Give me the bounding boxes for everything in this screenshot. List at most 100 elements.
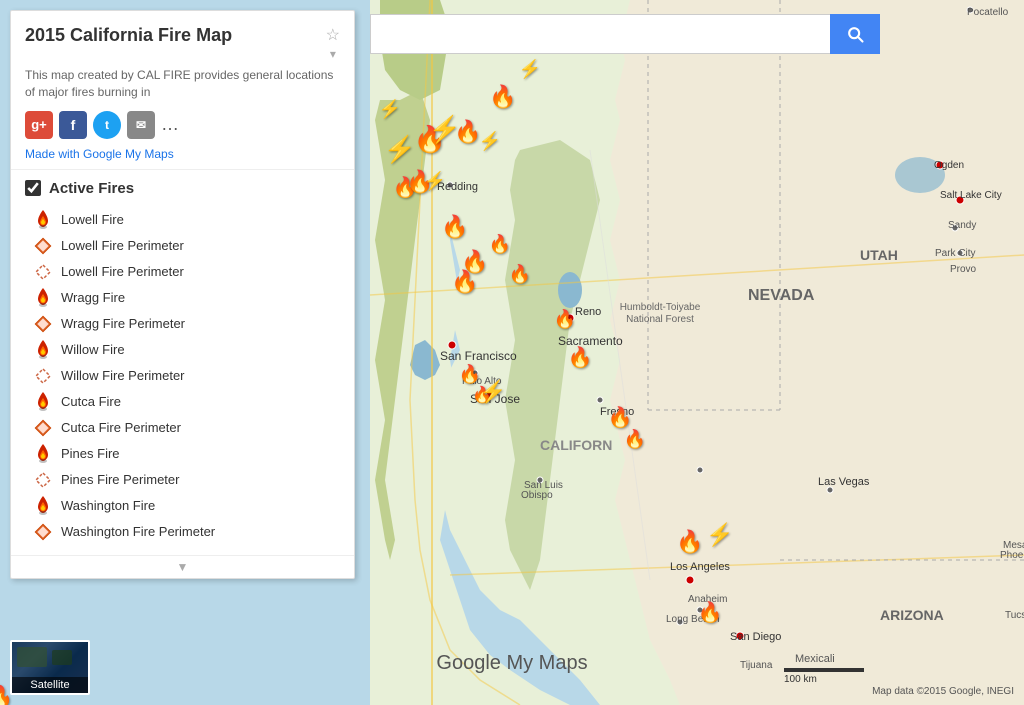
map-marker-sac1[interactable]: 🔥: [451, 269, 478, 295]
svg-text:Reno: Reno: [575, 306, 601, 318]
active-fires-label: Active Fires: [49, 180, 134, 197]
sidebar-content[interactable]: Active Fires Lowell Fire Lowell Fire Per…: [11, 170, 354, 555]
fire-item-name: Washington Fire: [61, 498, 155, 513]
map-marker-redding3[interactable]: ⚡: [424, 171, 446, 192]
fire-list-item[interactable]: Lowell Fire Perimeter: [25, 233, 340, 259]
map-marker-top-coast[interactable]: ⚡: [379, 99, 401, 120]
scale-label: 100 km: [784, 674, 817, 685]
search-bar: [370, 14, 880, 54]
map-marker-south2[interactable]: 🔥: [624, 429, 646, 450]
svg-text:Los Angeles: Los Angeles: [670, 561, 730, 573]
map-title: 2015 California Fire Map: [25, 25, 318, 46]
svg-text:Ogden: Ogden: [934, 160, 964, 171]
svg-text:Mesa: Mesa: [1003, 540, 1024, 551]
fire-list-item[interactable]: Wragg Fire Perimeter: [25, 311, 340, 337]
fire-item-name: Pines Fire Perimeter: [61, 472, 179, 487]
map-marker-la1[interactable]: 🔥: [676, 529, 703, 555]
map-marker-north4[interactable]: 🔥: [454, 119, 481, 145]
dropdown-icon[interactable]: ▾: [330, 47, 336, 61]
fire-item-name: Willow Fire Perimeter: [61, 368, 185, 383]
svg-text:Pocatello: Pocatello: [967, 7, 1009, 18]
share-button[interactable]: …: [161, 114, 179, 135]
fire-list-item[interactable]: Willow Fire: [25, 337, 340, 363]
map-marker-top2[interactable]: 🔥: [489, 84, 516, 110]
fire-list-item[interactable]: Cutca Fire: [25, 389, 340, 415]
scale-bar: 100 km: [784, 668, 864, 685]
fire-item-icon: [33, 288, 53, 308]
header-icons: ☆ ▾: [326, 25, 340, 61]
map-marker-north1[interactable]: ⚡: [384, 134, 416, 165]
fire-item-icon: [33, 236, 53, 256]
fire-item-name: Willow Fire: [61, 342, 125, 357]
search-button[interactable]: [830, 14, 880, 54]
google-maps-link[interactable]: Made with Google My Maps: [25, 147, 340, 161]
svg-text:Mexicali: Mexicali: [795, 653, 835, 665]
title-row: 2015 California Fire Map ☆ ▾: [25, 25, 340, 61]
svg-text:Park City: Park City: [935, 248, 976, 259]
map-marker-mid3[interactable]: 🔥: [489, 234, 511, 255]
google-plus-button[interactable]: g+: [25, 111, 53, 139]
map-marker-sd1[interactable]: 🔥: [698, 600, 723, 625]
map-marker-la2[interactable]: ⚡: [706, 522, 733, 548]
map-marker-south1[interactable]: 🔥: [608, 405, 633, 430]
search-input[interactable]: [370, 14, 830, 54]
satellite-toggle[interactable]: Satellite: [10, 640, 90, 695]
svg-text:San Diego: San Diego: [730, 631, 781, 643]
svg-text:Las Vegas: Las Vegas: [818, 476, 870, 488]
svg-text:Humboldt-Toiyabe: Humboldt-Toiyabe: [620, 302, 701, 313]
fire-list-item[interactable]: Cutca Fire Perimeter: [25, 415, 340, 441]
fire-item-name: Cutca Fire Perimeter: [61, 420, 181, 435]
map-marker-sac2[interactable]: 🔥: [554, 309, 576, 330]
map-marker-sj1[interactable]: ⚡: [479, 379, 506, 405]
fire-item-icon: [33, 210, 53, 230]
facebook-button[interactable]: f: [59, 111, 87, 139]
fire-list-item[interactable]: Willow Fire Perimeter: [25, 363, 340, 389]
svg-text:NEVADA: NEVADA: [748, 287, 815, 304]
fire-list-item[interactable]: Lowell Fire: [25, 207, 340, 233]
star-icon[interactable]: ☆: [326, 25, 340, 45]
fire-list-item[interactable]: Pines Fire: [25, 441, 340, 467]
fire-list-item[interactable]: Washington Fire Perimeter: [25, 519, 340, 545]
fire-list-item[interactable]: Pines Fire Perimeter: [25, 467, 340, 493]
fire-list: Lowell Fire Lowell Fire Perimeter Lowell…: [25, 207, 340, 545]
svg-text:San Francisco: San Francisco: [440, 349, 517, 363]
fire-item-icon: [33, 262, 53, 282]
svg-text:Sandy: Sandy: [948, 220, 976, 231]
map-marker-north5[interactable]: ⚡: [479, 131, 501, 152]
fire-list-item[interactable]: Wragg Fire: [25, 285, 340, 311]
map-description: This map created by CAL FIRE provides ge…: [25, 67, 340, 101]
fire-item-name: Wragg Fire: [61, 290, 125, 305]
fire-item-icon: [33, 366, 53, 386]
fire-list-item[interactable]: Washington Fire: [25, 493, 340, 519]
fire-item-icon: [33, 340, 53, 360]
map-marker-mid1[interactable]: 🔥: [441, 214, 468, 240]
svg-text:ARIZONA: ARIZONA: [880, 607, 944, 623]
sidebar: 2015 California Fire Map ☆ ▾ This map cr…: [10, 10, 355, 579]
fire-item-icon: [33, 496, 53, 516]
twitter-button[interactable]: t: [93, 111, 121, 139]
fire-item-name: Washington Fire Perimeter: [61, 524, 215, 539]
email-button[interactable]: ✉: [127, 111, 155, 139]
svg-text:CALIFORN: CALIFORN: [540, 437, 612, 453]
scroll-arrow: ▼: [177, 560, 189, 574]
map-marker-central2[interactable]: 🔥: [459, 364, 481, 385]
active-fires-header: Active Fires: [25, 180, 340, 197]
scale-line: [784, 668, 864, 672]
map-attribution: Map data ©2015 Google, INEGI: [872, 686, 1014, 697]
fire-item-name: Lowell Fire: [61, 212, 124, 227]
svg-text:National Forest: National Forest: [626, 314, 694, 325]
map-marker-central1[interactable]: 🔥: [568, 345, 593, 370]
fire-item-icon: [33, 418, 53, 438]
map-marker-mid4[interactable]: 🔥: [509, 264, 531, 285]
fire-item-name: Cutca Fire: [61, 394, 121, 409]
fire-item-name: Lowell Fire Perimeter: [61, 238, 184, 253]
svg-text:Salt Lake City: Salt Lake City: [940, 190, 1002, 201]
scroll-indicator: ▼: [11, 555, 354, 578]
map-marker-top3[interactable]: ⚡: [519, 59, 541, 80]
svg-text:Phoenix: Phoenix: [1000, 550, 1024, 561]
active-fires-checkbox[interactable]: [25, 180, 41, 196]
fire-item-icon: [33, 522, 53, 542]
svg-text:Obispo: Obispo: [521, 490, 553, 501]
svg-text:Provo: Provo: [950, 264, 977, 275]
fire-list-item[interactable]: Lowell Fire Perimeter: [25, 259, 340, 285]
